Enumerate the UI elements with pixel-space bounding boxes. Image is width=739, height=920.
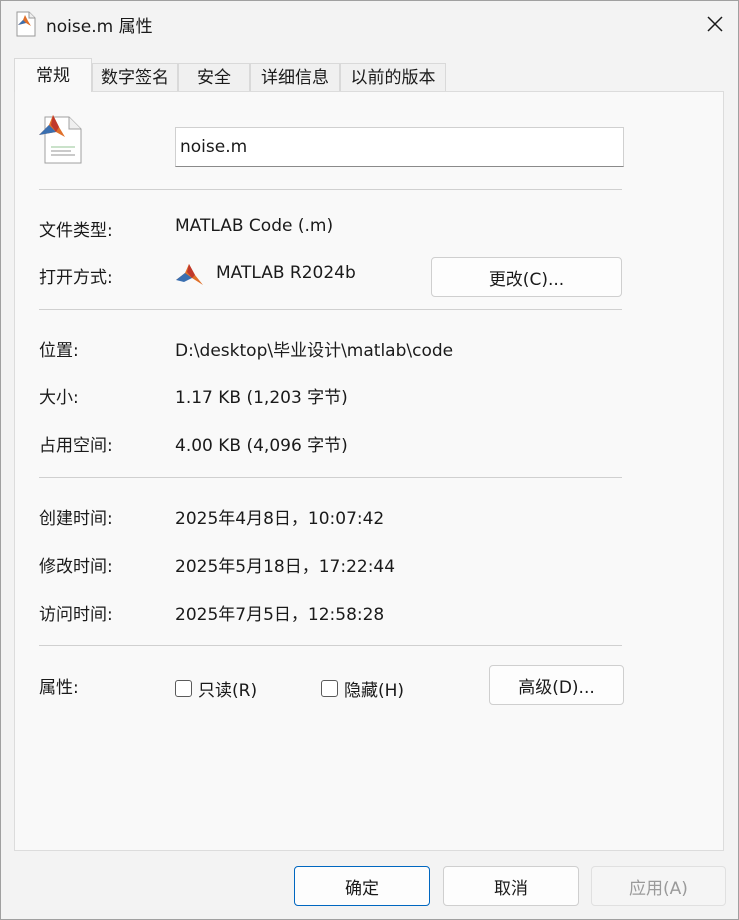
- attributes-label: 属性:: [39, 678, 79, 698]
- created-value: 2025年4月8日，10:07:42: [175, 509, 385, 529]
- general-panel: [14, 91, 724, 851]
- close-icon: [707, 16, 723, 32]
- open-with-value: MATLAB R2024b: [216, 263, 356, 283]
- modified-label: 修改时间:: [39, 557, 113, 577]
- matlab-app-icon: [176, 264, 203, 285]
- size-value: 1.17 KB (1,203 字节): [175, 388, 348, 408]
- advanced-button[interactable]: 高级(D)...: [489, 665, 624, 705]
- matlab-file-icon: [16, 11, 36, 37]
- change-button[interactable]: 更改(C)...: [431, 257, 622, 297]
- separator: [39, 477, 622, 478]
- matlab-file-large-icon: [39, 115, 82, 164]
- separator: [39, 309, 622, 310]
- tab-previous-versions[interactable]: 以前的版本: [340, 63, 446, 91]
- file-name-input[interactable]: [175, 127, 624, 167]
- title-bar: noise.m 属性: [1, 1, 738, 47]
- window-title: noise.m 属性: [46, 17, 153, 37]
- cancel-button[interactable]: 取消: [443, 866, 579, 906]
- disk-size-label: 占用空间:: [39, 436, 113, 456]
- separator: [39, 645, 622, 646]
- hidden-label: 隐藏(H): [344, 681, 405, 701]
- modified-value: 2025年5月18日，17:22:44: [175, 557, 396, 577]
- tab-security[interactable]: 安全: [178, 63, 250, 91]
- close-button[interactable]: [692, 1, 738, 47]
- hidden-checkbox-box[interactable]: [321, 680, 338, 697]
- open-with-label: 打开方式:: [39, 268, 113, 288]
- hidden-checkbox[interactable]: 隐藏(H): [321, 676, 404, 701]
- file-type-label: 文件类型:: [39, 221, 113, 241]
- tab-general[interactable]: 常规: [14, 58, 92, 92]
- file-type-value: MATLAB Code (.m): [175, 216, 334, 236]
- separator: [39, 189, 622, 190]
- location-value: D:\desktop\毕业设计\matlab\code: [175, 341, 454, 361]
- properties-dialog: noise.m 属性 常规 数字签名 安全 详细信息 以前的版本 文件类型: M…: [0, 0, 739, 920]
- readonly-checkbox-box[interactable]: [175, 680, 192, 697]
- tab-digital-signature[interactable]: 数字签名: [92, 63, 178, 91]
- dialog-footer: 确定 取消 应用(A): [1, 852, 738, 919]
- tab-bar: 常规 数字签名 安全 详细信息 以前的版本: [14, 58, 454, 92]
- readonly-label: 只读(R): [198, 681, 258, 701]
- accessed-label: 访问时间:: [39, 605, 113, 625]
- created-label: 创建时间:: [39, 509, 113, 529]
- accessed-value: 2025年7月5日，12:58:28: [175, 605, 385, 625]
- location-label: 位置:: [39, 341, 79, 361]
- disk-size-value: 4.00 KB (4,096 字节): [175, 436, 348, 456]
- readonly-checkbox[interactable]: 只读(R): [175, 676, 257, 701]
- apply-button[interactable]: 应用(A): [591, 866, 726, 906]
- size-label: 大小:: [39, 388, 79, 408]
- ok-button[interactable]: 确定: [294, 866, 430, 906]
- tab-details[interactable]: 详细信息: [250, 63, 340, 91]
